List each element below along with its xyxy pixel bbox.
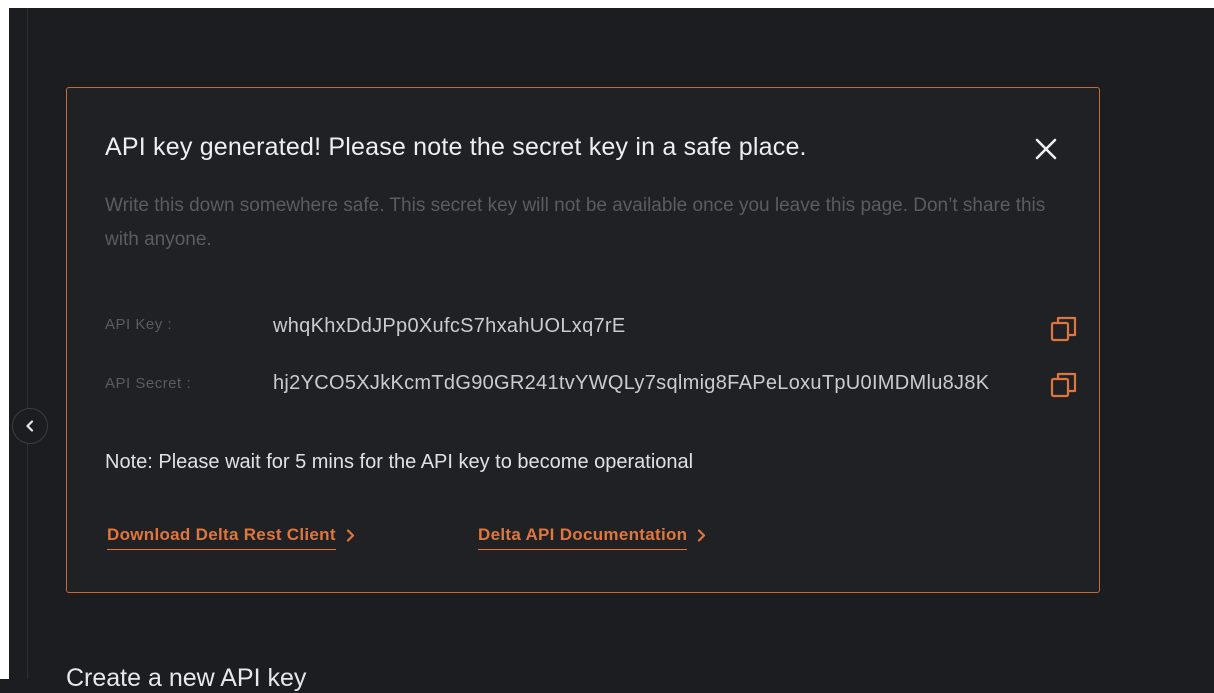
close-icon [1035,138,1057,160]
download-rest-client-label: Download Delta Rest Client [107,525,336,550]
copy-icon [1050,316,1077,342]
api-key-generated-dialog: API key generated! Please note the secre… [66,87,1100,593]
dialog-description: Write this down somewhere safe. This sec… [105,195,1046,250]
window-left-edge [0,8,9,679]
download-rest-client-link[interactable]: Download Delta Rest Client [107,525,355,550]
close-button[interactable] [1031,134,1061,164]
copy-icon [1050,372,1077,398]
api-documentation-label: Delta API Documentation [478,525,688,550]
api-key-label: API Key : [105,316,173,333]
api-secret-label: API Secret : [105,375,192,392]
chevron-right-icon [346,529,354,542]
dialog-title: API key generated! Please note the secre… [105,133,807,161]
sidebar-rail [27,8,28,679]
copy-api-secret-button[interactable] [1049,370,1079,400]
api-secret-value: hj2YCO5XJkKcmTdG90GR241tvYWQLy7sqlmig8FA… [273,372,990,394]
sidebar-collapse-button[interactable] [12,408,48,444]
chevron-right-icon [698,529,706,542]
api-key-value: whqKhxDdJPp0XufcS7hxahUOLxq7rE [273,315,626,337]
operational-note: Note: Please wait for 5 mins for the API… [105,451,694,473]
chevron-left-icon [26,420,34,432]
copy-api-key-button[interactable] [1049,314,1079,344]
api-documentation-link[interactable]: Delta API Documentation [478,525,706,550]
window-top-edge [0,0,1214,8]
